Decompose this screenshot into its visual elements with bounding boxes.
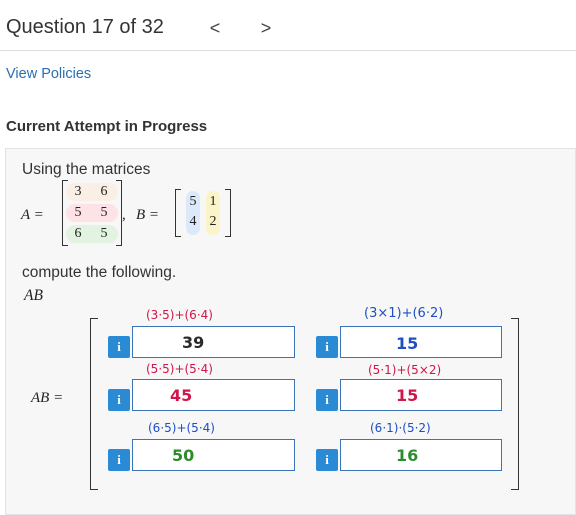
matrix-a-label: A =	[21, 207, 44, 223]
view-policies-link[interactable]: View Policies	[6, 66, 91, 82]
answer-input-r2c1[interactable]	[132, 379, 295, 411]
answer-left-bracket	[90, 318, 98, 490]
answer-matrix-label: AB =	[31, 390, 64, 406]
info-icon[interactable]: i	[316, 336, 338, 358]
prev-question-button[interactable]: <	[205, 18, 225, 39]
handwritten-answer: 16	[396, 446, 419, 465]
info-icon[interactable]: i	[108, 336, 130, 358]
info-icon[interactable]: i	[108, 389, 130, 411]
section-title: Current Attempt in Progress	[6, 118, 208, 135]
matrix-b-left-bracket	[175, 189, 181, 237]
answer-input-r1c1[interactable]	[132, 326, 295, 358]
matrix-b-cell: 1	[209, 194, 217, 209]
matrix-b-label: B =	[136, 207, 160, 223]
matrix-a-cell: 5	[100, 205, 108, 220]
handwritten-formula: (3×1)+(6·2)	[364, 306, 444, 321]
matrix-a-cell: 5	[100, 226, 108, 241]
matrix-separator: ,	[122, 207, 126, 223]
handwritten-answer: 50	[172, 446, 195, 465]
matrix-b-cell: 5	[189, 194, 197, 209]
matrix-a-cell: 6	[100, 184, 108, 199]
matrix-b-right-bracket	[225, 189, 231, 237]
handwritten-answer: 39	[182, 333, 205, 352]
handwritten-answer: 15	[396, 386, 419, 405]
problem-intro: Using the matrices	[22, 161, 151, 178]
header-divider	[0, 50, 576, 51]
matrix-a-cell: 6	[74, 226, 82, 241]
instruction-text: compute the following.	[22, 264, 177, 281]
handwritten-answer: 45	[170, 386, 193, 405]
matrix-a-cell: 3	[74, 184, 82, 199]
handwritten-formula: (3·5)+(6·4)	[146, 308, 213, 322]
answer-input-r3c2[interactable]	[340, 439, 502, 471]
info-icon[interactable]: i	[316, 389, 338, 411]
handwritten-formula: (6·5)+(5·4)	[148, 421, 215, 435]
question-title: Question 17 of 32	[6, 16, 164, 38]
matrix-a: 3 6 5 5 6 5	[62, 180, 122, 246]
handwritten-answer: 15	[396, 334, 419, 353]
matrix-b: 5 1 4 2	[175, 189, 231, 237]
answer-input-r3c1[interactable]	[132, 439, 295, 471]
matrix-b-cell: 4	[189, 214, 197, 229]
matrix-a-cell: 5	[74, 205, 82, 220]
next-question-button[interactable]: >	[256, 18, 276, 39]
matrix-b-cell: 2	[209, 214, 217, 229]
answer-input-r1c2[interactable]	[340, 326, 502, 358]
handwritten-formula: (5·1)+(5×2)	[368, 363, 442, 377]
matrix-a-left-bracket	[62, 180, 68, 246]
info-icon[interactable]: i	[316, 449, 338, 471]
answer-right-bracket	[511, 318, 519, 490]
info-icon[interactable]: i	[108, 449, 130, 471]
expression-label: AB	[24, 287, 43, 304]
answer-input-r2c2[interactable]	[340, 379, 502, 411]
handwritten-formula: (5·5)+(5·4)	[146, 362, 213, 376]
handwritten-formula: (6·1)·(5·2)	[370, 421, 431, 435]
